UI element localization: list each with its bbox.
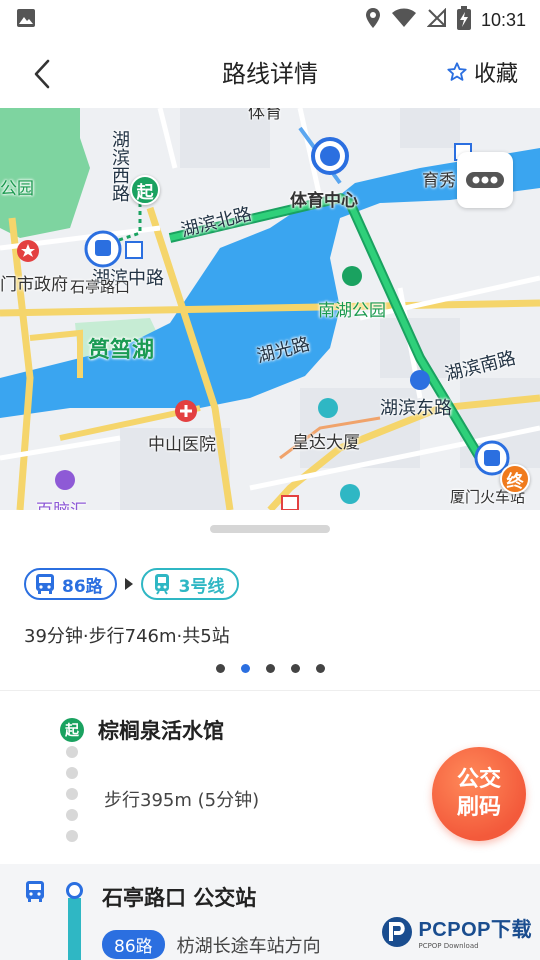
title-bar: 路线详情 收藏 [0,36,540,108]
metro-icon [154,574,169,595]
start-marker[interactable]: 起 [130,175,160,205]
map-label-huangda: 皇达大厦 [292,433,360,453]
watermark-sub: PCPOP Download [418,942,479,950]
page-dot-5[interactable] [315,664,325,673]
watermark: PCPOP下载 PCPOP Download [380,913,532,950]
map-label-lake: 筼筜湖 [88,338,155,363]
location-icon [365,7,381,33]
page-dot-3[interactable] [265,664,275,673]
line-pill[interactable]: 86路 [102,930,165,959]
page-dot-1[interactable] [215,664,225,673]
map-label-city-gov: 门市政府 [0,275,68,295]
map-label-yuxiu: 育秀 [422,171,456,191]
battery-charging-icon [456,6,471,34]
more-dots-icon [466,172,504,188]
map-label-tiyu: 体育中心 [290,191,358,211]
bus-qr-pay-button[interactable]: 公交 刷码 [432,747,526,841]
page-dot-4[interactable] [290,664,300,673]
watermark-brand: PCPOP下载 [418,919,532,941]
line-direction: 枋湖长途车站方向 [176,935,321,957]
gallery-notification-icon [16,8,36,32]
star-icon [447,62,467,81]
start-name: 棕榈泉活水馆 [98,719,224,743]
route-summary: 39分钟·步行746m·共5站 [24,626,230,647]
step-start[interactable]: 起 棕榈泉活水馆 [60,715,224,745]
pcpop-logo-icon [382,916,413,947]
stop-name: 石亭路口 公交站 [102,886,257,910]
map-label-hubin-east: 湖滨东路 [380,398,452,419]
map-more-button[interactable] [457,152,513,208]
no-signal-icon [426,7,447,32]
fab-line2: 刷码 [456,795,501,820]
line-info: 86路 枋湖长途车站方向 [102,930,321,959]
timeline-node [66,882,83,899]
arrow-right-icon [124,578,133,590]
route-map[interactable]: 体育 公园 湖滨西路 湖滨北路 湖滨中路 石亭路口 门市政府 筼筜湖 体育中心 … [0,108,540,510]
map-label-top: 体育 [248,108,282,123]
walk-step: 步行395m (5分钟) [104,790,260,811]
status-bar: 10:31 [0,0,540,36]
end-marker[interactable]: 终 [500,464,530,494]
page-dot-2[interactable] [240,664,250,673]
map-label-park: 公园 [0,179,34,199]
segment-metro-label: 3号线 [178,576,225,597]
timeline-bar [68,898,81,960]
route-segments: 86路 3号线 [24,568,239,600]
bus-icon [36,574,54,594]
favorite-label: 收藏 [473,62,518,87]
sheet-drag-handle[interactable] [210,525,330,533]
route-detail-sheet: 86路 3号线 39分钟·步行746m·共5站 起 棕榈泉活水馆 步行395m … [0,510,540,960]
start-icon: 起 [60,718,84,742]
map-label-shiting: 石亭路口 [70,278,131,296]
route-page-indicator[interactable] [0,664,540,673]
map-label-zhongshan: 中山医院 [148,435,216,455]
map-label-nanhu-park: 南湖公园 [318,301,386,321]
map-label-bainaohui: 百脑汇 [36,496,87,510]
map-label-hubin-west: 湖滨西路 [109,130,130,202]
favorite-button[interactable]: 收藏 [446,54,518,90]
clock: 10:31 [480,9,526,30]
segment-bus-label: 86路 [62,576,103,597]
bus-icon [24,880,46,908]
segment-metro[interactable]: 3号线 [140,568,239,600]
fab-line1: 公交 [456,767,501,792]
wifi-icon [391,8,417,32]
divider [0,690,540,691]
segment-bus[interactable]: 86路 [24,568,117,600]
walk-dots [66,746,78,851]
